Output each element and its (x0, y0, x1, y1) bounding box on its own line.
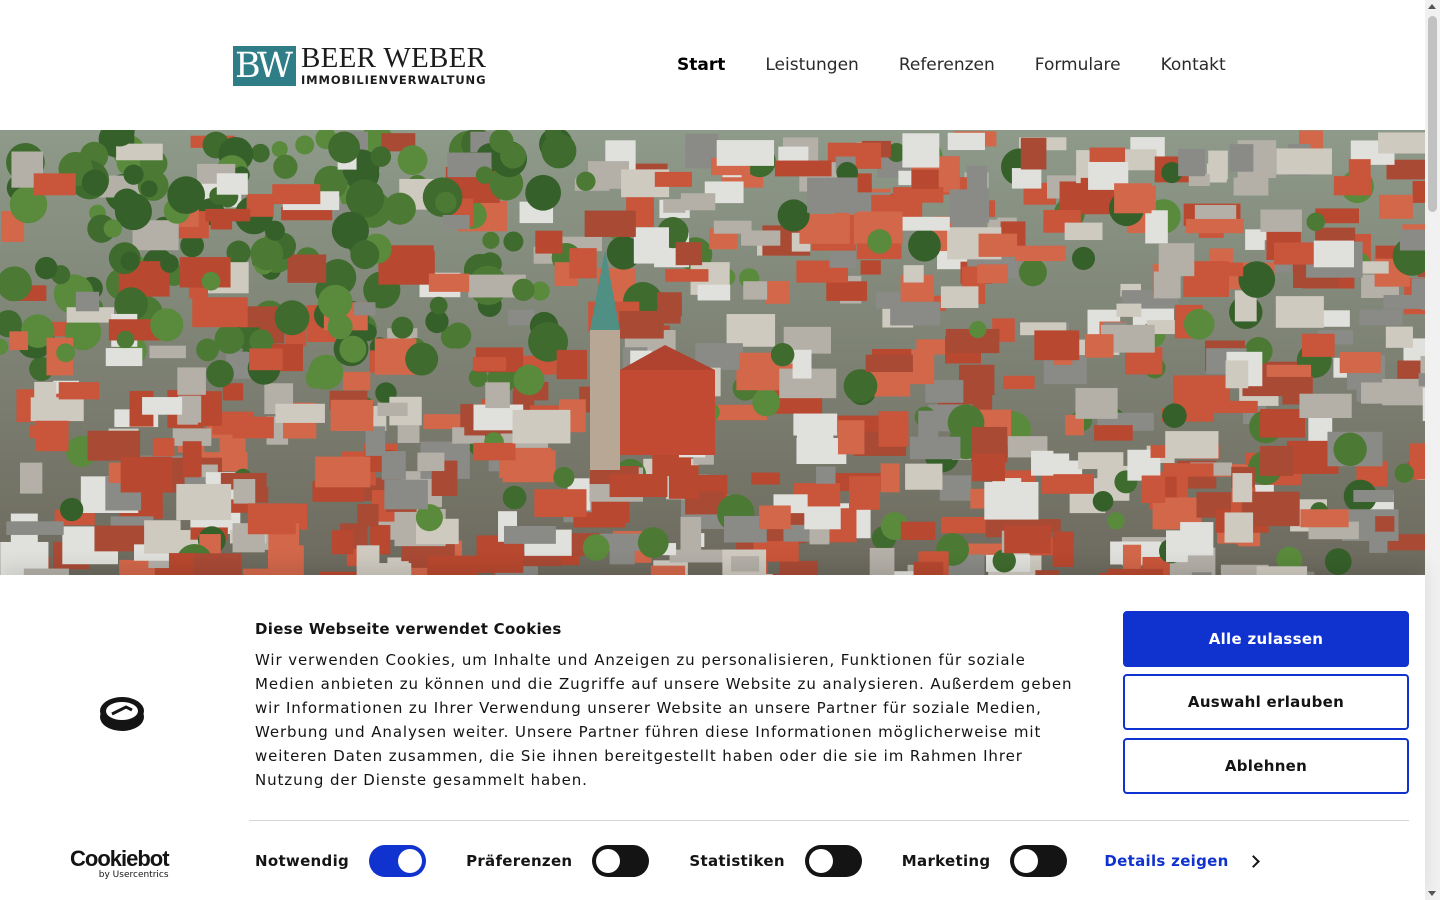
toggle-marketing[interactable] (1010, 845, 1068, 877)
logo-mark: BW (233, 45, 296, 86)
nav-referenzen[interactable]: Referenzen (899, 54, 995, 76)
cookiebot-name: Cookiebot (70, 846, 170, 871)
allow-selection-button[interactable]: Auswahl erlauben (1123, 674, 1409, 730)
details-label: Details zeigen (1104, 852, 1229, 870)
divider (249, 820, 1409, 821)
logo[interactable]: BW BEER WEBER IMMOBILIENVERWALTUNG (233, 44, 486, 87)
main-nav: Start Leistungen Referenzen Formulare Ko… (677, 54, 1226, 76)
cookiebot-logo[interactable]: Cookiebot by Usercentrics (70, 846, 170, 881)
toggle-label-marketing: Marketing (901, 852, 991, 870)
toggle-notwendig[interactable] (369, 845, 427, 877)
logo-name: BEER WEBER (301, 42, 487, 74)
nav-start[interactable]: Start (677, 54, 725, 76)
scroll-up-arrow-icon[interactable] (1428, 4, 1436, 9)
cookie-title: Diese Webseite verwendet Cookies (255, 620, 562, 638)
site-header: BW BEER WEBER IMMOBILIENVERWALTUNG Start… (0, 0, 1425, 130)
cookie-icon (100, 697, 144, 731)
scroll-thumb[interactable] (1428, 16, 1437, 212)
allow-all-button[interactable]: Alle zulassen (1123, 611, 1409, 667)
hero-image (0, 130, 1425, 575)
scroll-down-arrow-icon[interactable] (1428, 891, 1436, 896)
details-link[interactable]: Details zeigen (1104, 852, 1260, 870)
chevron-right-icon (1246, 854, 1260, 868)
scrollbar[interactable] (1425, 0, 1440, 900)
cookiebot-sub: by Usercentrics (98, 870, 169, 880)
nav-leistungen[interactable]: Leistungen (765, 54, 858, 76)
toggle-praeferenzen[interactable] (592, 845, 650, 877)
toggle-statistiken[interactable] (804, 845, 862, 877)
cookie-banner: Diese Webseite verwendet Cookies Wir ver… (0, 575, 1425, 900)
nav-kontakt[interactable]: Kontakt (1161, 54, 1226, 76)
toggle-label-notwendig: Notwendig (255, 852, 350, 870)
toggle-label-praeferenzen: Präferenzen (466, 852, 573, 870)
cookie-description: Wir verwenden Cookies, um Inhalte und An… (255, 651, 1073, 789)
consent-toggles: Notwendig Präferenzen Statistiken Market… (255, 845, 1260, 877)
logo-subtitle: IMMOBILIENVERWALTUNG (301, 73, 487, 87)
toggle-label-statistiken: Statistiken (689, 852, 785, 870)
deny-button[interactable]: Ablehnen (1123, 738, 1409, 794)
nav-formulare[interactable]: Formulare (1035, 54, 1121, 76)
